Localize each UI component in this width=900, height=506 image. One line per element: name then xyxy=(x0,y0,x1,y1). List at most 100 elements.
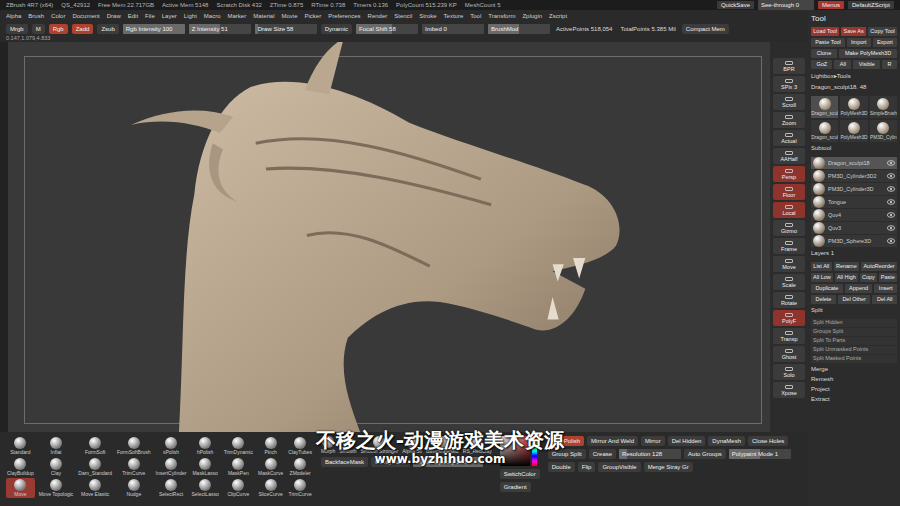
tool-button[interactable]: GoZ xyxy=(811,60,832,69)
eye-icon[interactable] xyxy=(887,212,895,218)
view-button[interactable]: Floor xyxy=(773,184,805,200)
material-thumb[interactable]: Alpha 58 xyxy=(402,436,422,454)
subtool-button[interactable]: List All xyxy=(811,262,832,271)
geometry-control[interactable]: Resolution 128 xyxy=(619,449,681,459)
subtool-row[interactable]: Quv3 xyxy=(811,222,897,234)
tool-button[interactable]: Copy Tool xyxy=(868,27,897,36)
brush-button[interactable]: MaskLasso xyxy=(190,457,219,477)
brush-button[interactable]: FormSoft xyxy=(77,436,113,456)
view-button[interactable]: Scroll xyxy=(773,94,805,110)
view-button[interactable]: Scale xyxy=(773,274,805,290)
subtool-row[interactable]: Quv4 xyxy=(811,209,897,221)
color-square[interactable] xyxy=(500,436,530,466)
mask-control[interactable]: CavityMask xyxy=(371,457,410,467)
brush-button[interactable]: TrimDynamic xyxy=(223,436,254,456)
geometry-control[interactable]: Flip xyxy=(578,462,596,472)
brush-button[interactable]: MaskPen xyxy=(223,457,254,477)
material-thumb[interactable]: Morph xyxy=(321,436,335,454)
menu-item[interactable]: Brush xyxy=(28,13,44,19)
tool-button[interactable]: All xyxy=(834,60,851,69)
shelf-control[interactable]: Imbed 0 xyxy=(422,24,484,34)
menu-item[interactable]: Zscript xyxy=(549,13,567,19)
tool-button[interactable]: Clone xyxy=(811,49,837,58)
menu-item[interactable]: Stencil xyxy=(394,13,412,19)
dragon-model[interactable] xyxy=(8,42,770,432)
view-button[interactable]: Solo xyxy=(773,364,805,380)
subtool-row[interactable]: PM3D_Cylinder3D xyxy=(811,183,897,195)
menu-item[interactable]: Color xyxy=(51,13,65,19)
menu-item[interactable]: Layer xyxy=(162,13,177,19)
menu-item[interactable]: Tool xyxy=(470,13,481,19)
view-button[interactable]: AAHalf xyxy=(773,148,805,164)
canvas[interactable] xyxy=(8,42,770,432)
brush-button[interactable]: Pinch xyxy=(257,436,284,456)
subtool-button[interactable]: Del Other xyxy=(838,295,871,304)
subtool-button[interactable]: Paste xyxy=(879,273,897,282)
brush-button[interactable]: SliceCurve xyxy=(257,478,284,498)
brush-button[interactable]: TrimCurve xyxy=(287,478,313,498)
subtool-button[interactable]: Duplicate xyxy=(811,284,843,293)
split-button[interactable]: Groups Split xyxy=(811,328,897,336)
menu-item[interactable]: Material xyxy=(253,13,274,19)
material-thumb[interactable]: Smooth Stronger xyxy=(360,436,398,454)
tool-button[interactable]: Make PolyMesh3D xyxy=(839,49,897,58)
subtool-row[interactable]: Tongue xyxy=(811,196,897,208)
see-through-slider[interactable]: See-through 0 xyxy=(758,0,814,10)
tool-button[interactable]: Import xyxy=(847,38,871,47)
menu-item[interactable]: Preferences xyxy=(328,13,360,19)
view-button[interactable]: Xpose xyxy=(773,382,805,398)
geometry-control[interactable]: Merge Stray Gr xyxy=(644,462,693,472)
tool-button[interactable]: Export xyxy=(873,38,897,47)
mask-control[interactable]: Model Opacity 100 xyxy=(413,457,483,467)
eye-icon[interactable] xyxy=(887,186,895,192)
geometry-control[interactable]: ClayPolish xyxy=(548,436,584,446)
mask-control[interactable]: BackfaceMask xyxy=(321,457,368,467)
title-button[interactable]: DefaultZScript xyxy=(848,1,894,9)
lightbox-link[interactable]: Lightbox▸Tools xyxy=(811,72,897,81)
brush-button[interactable]: SelectRect xyxy=(155,478,188,498)
color-button[interactable]: SwitchColor xyxy=(500,469,540,479)
brush-button[interactable]: Move Elastic xyxy=(77,478,113,498)
geometry-control[interactable]: Double xyxy=(548,462,575,472)
view-button[interactable]: Rotate xyxy=(773,292,805,308)
brush-button[interactable]: Move xyxy=(6,478,35,498)
brush-button[interactable]: Dam_Standard xyxy=(77,457,113,477)
shelf-control[interactable]: Zadd xyxy=(72,24,94,34)
color-picker[interactable] xyxy=(500,436,537,466)
tool-button[interactable]: Save As xyxy=(841,27,866,36)
brush-button[interactable]: ClayBuildup xyxy=(6,457,35,477)
split-button[interactable]: Split To Parts xyxy=(811,337,897,345)
menu-item[interactable]: Draw xyxy=(107,13,121,19)
tool-button[interactable]: Load Tool xyxy=(811,27,839,36)
subtool-button[interactable]: Rename xyxy=(834,262,860,271)
subtool-row[interactable]: PM3D_Cylinder3D2 xyxy=(811,170,897,182)
eye-icon[interactable] xyxy=(887,173,895,179)
subtool-button[interactable]: Delete xyxy=(811,295,836,304)
title-button[interactable]: Menus xyxy=(818,1,844,9)
shelf-control[interactable]: Focal Shift 58 xyxy=(356,24,418,34)
geometry-control[interactable]: Del Hidden xyxy=(668,436,706,446)
geometry-control[interactable]: Crease xyxy=(589,449,616,459)
menu-item[interactable]: Movie xyxy=(282,13,298,19)
geometry-control[interactable]: Mirror xyxy=(641,436,665,446)
shelf-control[interactable]: Rgb xyxy=(49,24,68,34)
geometry-control[interactable]: Polypaint Mode 1 xyxy=(729,449,791,459)
material-thumb[interactable]: BasicMaterial2 xyxy=(426,436,459,454)
menu-item[interactable]: Transform xyxy=(488,13,515,19)
menu-item[interactable]: Light xyxy=(184,13,197,19)
brush-button[interactable]: MaskCurve xyxy=(257,457,284,477)
menu-item[interactable]: Texture xyxy=(444,13,464,19)
menu-item[interactable]: Macro xyxy=(204,13,221,19)
menu-item[interactable]: Document xyxy=(72,13,99,19)
split-button[interactable]: Split Hidden xyxy=(811,319,897,327)
view-button[interactable]: PolyF xyxy=(773,310,805,326)
brush-button[interactable]: TrimCurve xyxy=(116,457,152,477)
tool-button[interactable]: Paste Tool xyxy=(811,38,845,47)
eye-icon[interactable] xyxy=(887,238,895,244)
shelf-control[interactable]: Z Intensity 51 xyxy=(189,24,251,34)
subtool-button[interactable]: AutoReorder xyxy=(861,262,897,271)
shelf-control[interactable]: Zsub xyxy=(97,24,118,34)
shelf-control[interactable]: BrushMod xyxy=(488,24,550,34)
hue-strip[interactable] xyxy=(532,436,537,466)
geometry-control[interactable]: Close Holes xyxy=(748,436,788,446)
